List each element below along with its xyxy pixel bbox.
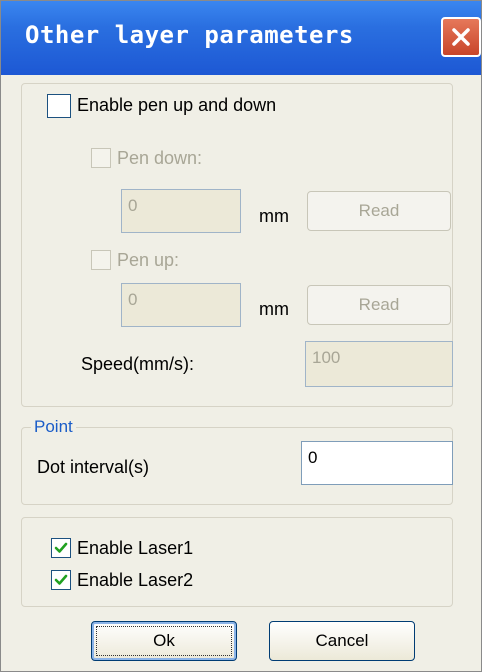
close-button[interactable] [441, 17, 481, 57]
cancel-button[interactable]: Cancel [269, 621, 415, 661]
speed-label: Speed(mm/s): [81, 354, 195, 374]
ok-button[interactable]: Ok [91, 621, 237, 661]
pen-up-input[interactable]: 0 [121, 283, 241, 327]
dot-interval-input[interactable]: 0 [301, 441, 453, 485]
dialog-window: Other layer parameters Enable pen up and… [0, 0, 482, 672]
laser2-checkbox[interactable] [51, 570, 71, 590]
check-icon [54, 542, 68, 553]
laser1-checkbox[interactable] [51, 538, 71, 558]
close-icon [452, 28, 470, 46]
window-title: Other layer parameters [25, 21, 354, 49]
pen-up-checkbox[interactable] [91, 250, 111, 270]
pen-down-read-button[interactable]: Read [307, 191, 451, 231]
pen-down-unit: mm [259, 206, 289, 226]
pen-up-read-button[interactable]: Read [307, 285, 451, 325]
laser1-label: Enable Laser1 [77, 538, 194, 558]
enable-pen-checkbox[interactable] [47, 94, 71, 118]
point-group-legend: Point [31, 417, 76, 437]
pen-down-label: Pen down: [117, 148, 203, 168]
speed-input[interactable]: 100 [305, 341, 453, 387]
pen-up-label: Pen up: [117, 250, 180, 270]
pen-up-unit: mm [259, 299, 289, 319]
laser-group [21, 517, 453, 607]
title-bar[interactable]: Other layer parameters [1, 1, 481, 75]
enable-pen-label: Enable pen up and down [77, 95, 277, 115]
laser2-label: Enable Laser2 [77, 570, 194, 590]
dot-interval-label: Dot interval(s) [37, 457, 150, 477]
check-icon [54, 574, 68, 585]
pen-down-checkbox[interactable] [91, 148, 111, 168]
pen-down-input[interactable]: 0 [121, 189, 241, 233]
